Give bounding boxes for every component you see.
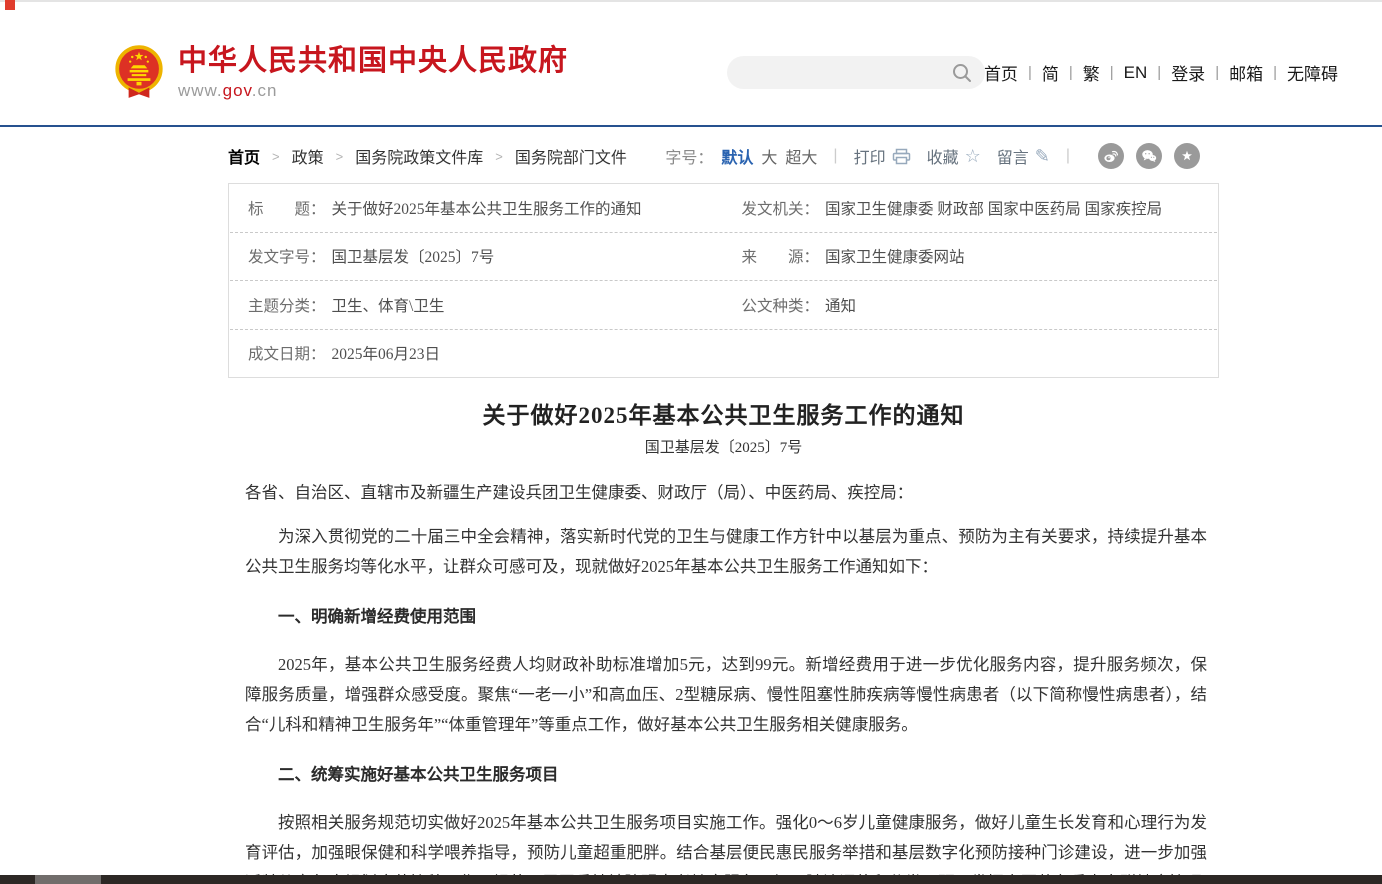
- site-url: www.gov.cn: [178, 81, 568, 101]
- nav-item-5[interactable]: 登录: [1171, 60, 1205, 85]
- site-brand-text: 中华人民共和国中央人民政府 www.gov.cn: [178, 44, 568, 101]
- nav-item-7[interactable]: 无障碍: [1287, 60, 1338, 85]
- meta-value: 国家卫生健康委 财政部 国家中医药局 国家疾控局: [825, 197, 1162, 219]
- meta-cell: 发文字号： 国卫基层发〔2025〕7号: [230, 245, 724, 267]
- meta-cell: 成文日期： 2025年06月23日: [230, 342, 724, 364]
- pencil-icon: ✎: [1035, 147, 1050, 165]
- breadcrumb-separator: >: [272, 149, 280, 164]
- top-hairline: [0, 0, 1382, 2]
- paragraph: 各省、自治区、直辖市及新疆生产建设兵团卫生健康委、财政厅（局）、中医药局、疾控局…: [245, 478, 1207, 508]
- meta-cell: 主题分类： 卫生、体育\卫生: [230, 294, 724, 316]
- toolbar-separator: |: [833, 147, 837, 165]
- meta-value: 通知: [825, 294, 856, 316]
- wechat-icon[interactable]: [1136, 143, 1162, 169]
- search-input[interactable]: [743, 64, 951, 81]
- meta-label: 成文日期：: [248, 342, 326, 364]
- meta-label: 主题分类：: [248, 294, 326, 316]
- top-nav: 首页 | 简 | 繁 | EN | 登录 | 邮箱 | 无障碍: [984, 60, 1338, 85]
- footer-bar: [0, 875, 1382, 884]
- nav-item-6[interactable]: 邮箱: [1229, 60, 1263, 85]
- meta-row: 成文日期： 2025年06月23日: [230, 330, 1217, 378]
- breadcrumb-item-3[interactable]: 国务院政策文件库: [355, 144, 483, 168]
- meta-value: 关于做好2025年基本公共卫生服务工作的通知: [332, 197, 642, 219]
- nav-item-3[interactable]: 繁: [1083, 60, 1100, 85]
- meta-label: 标 题：: [248, 197, 326, 219]
- document-body: 各省、自治区、直辖市及新疆生产建设兵团卫生健康委、财政厅（局）、中医药局、疾控局…: [245, 466, 1207, 884]
- meta-row: 标 题： 关于做好2025年基本公共卫生服务工作的通知 发文机关：国家卫生健康委 财…: [230, 184, 1217, 233]
- paragraph: 2025年，基本公共卫生服务经费人均财政补助标准增加5元，达到99元。新增经费用…: [245, 650, 1207, 740]
- printer-icon: [892, 148, 911, 165]
- font-size-label: 字号：: [665, 144, 713, 168]
- comment-button[interactable]: 留言 ✎: [997, 144, 1050, 168]
- breadcrumb-separator: >: [495, 149, 503, 164]
- font-size-default-button[interactable]: 默认: [721, 144, 753, 168]
- breadcrumb-separator: >: [336, 149, 344, 164]
- meta-cell: 来 源：国家卫生健康委网站: [724, 245, 1218, 267]
- breadcrumb-item-2[interactable]: 政策: [292, 144, 324, 168]
- nav-separator: |: [1069, 64, 1073, 81]
- qzone-star-icon[interactable]: [1174, 143, 1200, 169]
- meta-row: 发文字号： 国卫基层发〔2025〕7号 来 源：国家卫生健康委网站: [230, 233, 1217, 282]
- font-size-large-button[interactable]: 大: [761, 144, 777, 168]
- site-url-gov: gov: [223, 81, 252, 100]
- meta-value: 国家卫生健康委网站: [825, 245, 965, 267]
- document-title: 关于做好2025年基本公共卫生服务工作的通知: [228, 396, 1219, 430]
- breadcrumb-item-4: 国务院部门文件: [515, 144, 627, 168]
- meta-cell: 发文机关：国家卫生健康委 财政部 国家中医药局 国家疾控局: [724, 197, 1218, 219]
- breadcrumb: 首页 > 政策 > 国务院政策文件库 > 国务院部门文件: [228, 144, 627, 168]
- weibo-icon[interactable]: [1098, 143, 1124, 169]
- nav-item-2[interactable]: 简: [1042, 60, 1059, 85]
- site-url-www: www.: [178, 81, 223, 100]
- footer-bar-segment: [35, 875, 101, 884]
- nav-separator: |: [1110, 64, 1114, 81]
- document-number: 国卫基层发〔2025〕7号: [228, 436, 1219, 457]
- national-emblem-icon: [114, 44, 164, 100]
- meta-cell: 标 题： 关于做好2025年基本公共卫生服务工作的通知: [230, 197, 724, 219]
- star-outline-icon: ☆: [965, 147, 981, 165]
- page: 中华人民共和国中央人民政府 www.gov.cn 首页 | 简 | 繁 | EN | 登录 | 邮箱…: [0, 0, 1382, 884]
- nav-separator: |: [1028, 64, 1032, 81]
- section-heading: 二、统筹实施好基本公共卫生服务项目: [245, 760, 1207, 790]
- site-logo[interactable]: 中华人民共和国中央人民政府 www.gov.cn: [114, 44, 568, 101]
- meta-cell: 公文种类：通知: [724, 294, 1218, 316]
- comment-label: 留言: [997, 144, 1029, 168]
- meta-value: 国卫基层发〔2025〕7号: [332, 245, 495, 267]
- font-size-xlarge-button[interactable]: 超大: [785, 144, 817, 168]
- search-box[interactable]: [727, 56, 985, 89]
- toolbar-separator: |: [1066, 147, 1070, 165]
- document-meta-table: 标 题： 关于做好2025年基本公共卫生服务工作的通知 发文机关：国家卫生健康委 财…: [228, 183, 1219, 378]
- nav-separator: |: [1157, 64, 1161, 81]
- nav-separator: |: [1273, 64, 1277, 81]
- nav-item-4[interactable]: EN: [1124, 63, 1148, 83]
- nav-separator: |: [1215, 64, 1219, 81]
- section-heading: 一、明确新增经费使用范围: [245, 602, 1207, 632]
- site-title: 中华人民共和国中央人民政府: [178, 44, 568, 78]
- meta-value: 2025年06月23日: [332, 342, 441, 364]
- paragraph: 按照相关服务规范切实做好2025年基本公共卫生服务项目实施工作。强化0～6岁儿童…: [245, 808, 1207, 884]
- toolbar: 字号： 默认 大 超大 | 打印 收藏 ☆ 留言 ✎ |: [665, 143, 1200, 169]
- top-left-red-marker: [5, 0, 15, 10]
- site-url-cn: .cn: [252, 81, 278, 100]
- print-label: 打印: [854, 144, 886, 168]
- breadcrumb-item-1[interactable]: 首页: [228, 144, 260, 168]
- meta-value: 卫生、体育\卫生: [332, 294, 445, 316]
- print-button[interactable]: 打印: [854, 144, 911, 168]
- search-icon[interactable]: [951, 62, 973, 84]
- nav-item-1[interactable]: 首页: [984, 60, 1018, 85]
- meta-label: 发文机关：: [742, 197, 820, 219]
- favorite-label: 收藏: [927, 144, 959, 168]
- breadcrumb-toolbar-row: 首页 > 政策 > 国务院政策文件库 > 国务院部门文件 字号： 默认 大 超大 | 打印 …: [228, 142, 1200, 170]
- meta-row: 主题分类： 卫生、体育\卫生 公文种类：通知: [230, 281, 1217, 330]
- header-divider-line: [0, 125, 1382, 127]
- share-buttons: [1086, 143, 1200, 169]
- meta-label: 发文字号：: [248, 245, 326, 267]
- paragraph: 为深入贯彻党的二十届三中全会精神，落实新时代党的卫生与健康工作方针中以基层为重点…: [245, 522, 1207, 582]
- meta-label: 来 源：: [742, 245, 820, 267]
- meta-label: 公文种类：: [742, 294, 820, 316]
- favorite-button[interactable]: 收藏 ☆: [927, 144, 981, 168]
